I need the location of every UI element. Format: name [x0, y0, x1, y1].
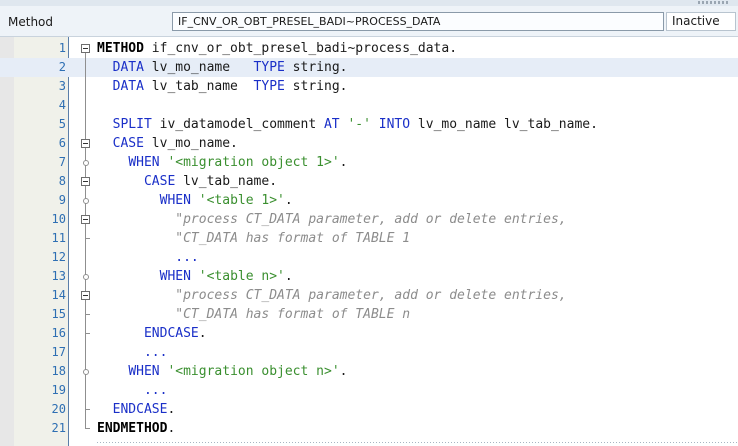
end-of-code-marker	[97, 442, 738, 443]
code-line[interactable]: 1 METHOD if_cnv_or_obt_presel_badi~proces…	[0, 39, 738, 58]
fold-toggle-icon[interactable]	[80, 134, 92, 153]
code-line[interactable]: 10 "process CT_DATA parameter, add or de…	[0, 210, 738, 229]
fold-toggle-icon[interactable]	[80, 172, 92, 191]
line-number: 3	[58, 79, 66, 93]
code-line[interactable]: 7 WHEN '<migration object 1>'.	[0, 153, 738, 172]
code-text: METHOD if_cnv_or_obt_presel_badi~process…	[97, 41, 458, 56]
resize-grip-icon[interactable]	[698, 1, 728, 4]
fold-guide	[80, 153, 92, 172]
line-number: 7	[58, 155, 66, 169]
line-number: 6	[58, 136, 66, 150]
fold-guide	[80, 96, 92, 115]
code-line[interactable]: 12 ...	[0, 248, 738, 267]
line-number: 16	[51, 326, 66, 340]
code-text: WHEN '<table n>'.	[159, 269, 293, 284]
code-text: WHEN '<table 1>'.	[159, 193, 293, 208]
line-number: 5	[58, 117, 66, 131]
code-line[interactable]: 5 SPLIT iv_datamodel_comment AT '-' INTO…	[0, 115, 738, 134]
line-number: 4	[58, 98, 66, 112]
line-number: 8	[58, 174, 66, 188]
code-line[interactable]: 9 WHEN '<table 1>'.	[0, 191, 738, 210]
code-editor[interactable]: 1 METHOD if_cnv_or_obt_presel_badi~proces…	[0, 37, 738, 446]
code-text: ENDMETHOD.	[97, 421, 176, 436]
line-number: 19	[51, 383, 66, 397]
line-number: 21	[51, 421, 66, 435]
code-text: "CT_DATA has format of TABLE 1	[175, 231, 411, 246]
code-text: "process CT_DATA parameter, add or delet…	[175, 288, 567, 303]
code-line[interactable]: 2 DATA lv_mo_name TYPE string.	[0, 58, 738, 77]
code-line[interactable]: 17 ...	[0, 343, 738, 362]
fold-guide	[80, 58, 92, 77]
line-number: 18	[51, 364, 66, 378]
code-line[interactable]: 15 "CT_DATA has format of TABLE n	[0, 305, 738, 324]
code-line[interactable]: 3 DATA lv_tab_name TYPE string.	[0, 77, 738, 96]
activation-status-field: Inactive	[666, 12, 736, 31]
code-line[interactable]: 6 CASE lv_mo_name.	[0, 134, 738, 153]
line-number: 20	[51, 402, 66, 416]
code-text: WHEN '<migration object n>'.	[128, 364, 348, 379]
line-number: 12	[51, 250, 66, 264]
fold-guide	[80, 305, 92, 324]
fold-guide	[80, 267, 92, 286]
code-text: DATA lv_mo_name TYPE string.	[112, 60, 348, 75]
code-text: ENDCASE.	[112, 402, 176, 417]
code-text: "CT_DATA has format of TABLE n	[175, 307, 411, 322]
line-number: 14	[51, 288, 66, 302]
fold-toggle-icon[interactable]	[80, 286, 92, 305]
fold-guide	[80, 343, 92, 362]
code-text: "process CT_DATA parameter, add or delet…	[175, 212, 567, 227]
line-number: 13	[51, 269, 66, 283]
code-line[interactable]: 8 CASE lv_tab_name.	[0, 172, 738, 191]
code-text: ...	[143, 383, 168, 398]
fold-guide	[80, 362, 92, 381]
line-number: 17	[51, 345, 66, 359]
code-line[interactable]: 4	[0, 96, 738, 115]
fold-guide	[80, 229, 92, 248]
fold-guide	[80, 419, 92, 438]
method-header: Method IF_CNV_OR_OBT_PRESEL_BADI~PROCESS…	[0, 6, 738, 37]
fold-guide	[80, 248, 92, 267]
line-number: 15	[51, 307, 66, 321]
fold-toggle-icon[interactable]	[80, 39, 92, 58]
code-text: SPLIT iv_datamodel_comment AT '-' INTO l…	[112, 117, 598, 132]
method-name-field[interactable]: IF_CNV_OR_OBT_PRESEL_BADI~PROCESS_DATA	[172, 12, 664, 31]
fold-guide	[80, 400, 92, 419]
code-text: CASE lv_mo_name.	[112, 136, 238, 151]
line-number: 10	[51, 212, 66, 226]
line-number: 9	[58, 193, 66, 207]
fold-guide	[80, 324, 92, 343]
fold-guide	[80, 115, 92, 134]
code-line[interactable]: 21 ENDMETHOD.	[0, 419, 738, 438]
code-text: ...	[143, 345, 168, 360]
line-number: 2	[58, 60, 66, 74]
code-line[interactable]: 18 WHEN '<migration object n>'.	[0, 362, 738, 381]
code-line[interactable]: 16 ENDCASE.	[0, 324, 738, 343]
code-line[interactable]: 11 "CT_DATA has format of TABLE 1	[0, 229, 738, 248]
fold-toggle-icon[interactable]	[80, 210, 92, 229]
fold-guide	[80, 77, 92, 96]
code-line[interactable]: 20 ENDCASE.	[0, 400, 738, 419]
line-number: 1	[58, 41, 66, 55]
code-line[interactable]: 19 ...	[0, 381, 738, 400]
code-text: DATA lv_tab_name TYPE string.	[112, 79, 348, 94]
code-text: WHEN '<migration object 1>'.	[128, 155, 348, 170]
code-text: CASE lv_tab_name.	[143, 174, 278, 189]
code-text: ENDCASE.	[143, 326, 207, 341]
code-text: ...	[175, 250, 199, 265]
code-line[interactable]: 14 "process CT_DATA parameter, add or de…	[0, 286, 738, 305]
method-label: Method	[8, 15, 54, 29]
line-number: 11	[51, 231, 66, 245]
code-line[interactable]: 13 WHEN '<table n>'.	[0, 267, 738, 286]
fold-guide	[80, 381, 92, 400]
fold-guide	[80, 191, 92, 210]
